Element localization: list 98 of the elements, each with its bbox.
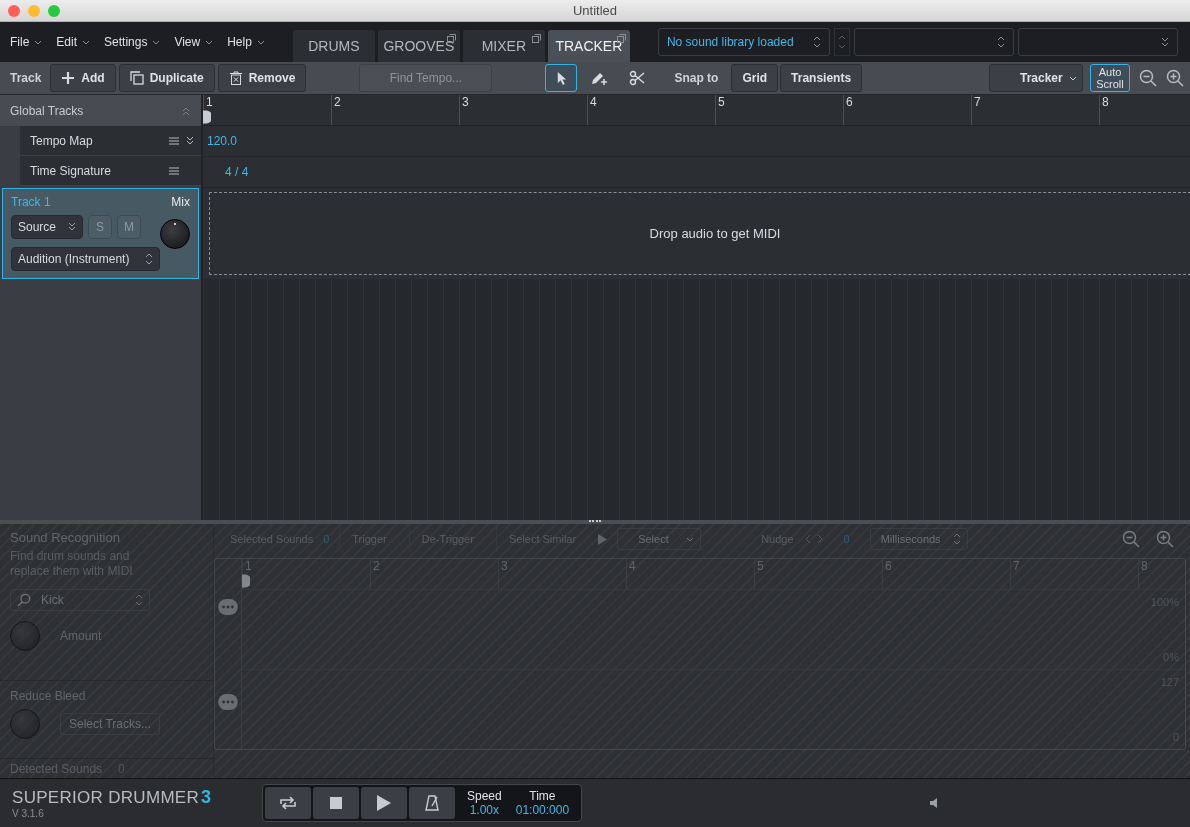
plus-icon bbox=[61, 71, 76, 85]
global-tracks-title: Global Tracks bbox=[10, 103, 84, 118]
caret-icon bbox=[256, 39, 265, 45]
caret-icon bbox=[152, 39, 161, 45]
caret-icon bbox=[1068, 75, 1077, 81]
speaker-icon[interactable] bbox=[930, 798, 940, 808]
bar-number: 8 bbox=[1101, 95, 1110, 109]
mix-label: Mix bbox=[171, 195, 190, 209]
up-down-icon bbox=[996, 36, 1005, 48]
toolbar-label: Track bbox=[9, 71, 43, 85]
version-label: V 3.1.6 bbox=[12, 808, 45, 819]
playhead-marker[interactable] bbox=[242, 574, 250, 588]
time-label: Time bbox=[529, 789, 556, 803]
trash-icon bbox=[228, 71, 243, 85]
library-dropdown[interactable]: No sound library loaded bbox=[657, 28, 830, 56]
search-icon bbox=[17, 593, 31, 607]
play-button[interactable] bbox=[361, 787, 407, 819]
popout-icon[interactable] bbox=[446, 34, 456, 43]
menu-item[interactable]: Settings bbox=[98, 30, 167, 54]
menu-item[interactable]: File bbox=[4, 30, 49, 54]
mix-knob[interactable] bbox=[160, 219, 190, 249]
caret-icon bbox=[34, 39, 43, 45]
menu-icon[interactable] bbox=[169, 166, 179, 175]
search-value: Kick bbox=[41, 593, 65, 607]
app-brand-number: 3 bbox=[201, 787, 212, 808]
bar-number: 5 bbox=[717, 95, 726, 109]
double-chevron-icon bbox=[68, 221, 76, 233]
zoom-out-icon[interactable] bbox=[1139, 69, 1157, 87]
expand-icon[interactable] bbox=[185, 135, 195, 146]
duplicate-icon bbox=[129, 71, 144, 85]
close-window-button[interactable] bbox=[8, 5, 20, 17]
pointer-tool-button[interactable] bbox=[545, 64, 578, 92]
menu-item[interactable]: Edit bbox=[50, 30, 97, 54]
more-options-icon[interactable] bbox=[218, 693, 238, 710]
play-icon bbox=[377, 795, 391, 811]
time-value[interactable]: 01:00:000 bbox=[515, 803, 570, 817]
global-track-row[interactable]: Time Signature bbox=[20, 156, 201, 186]
snap-button[interactable]: Grid bbox=[731, 64, 779, 92]
tab[interactable]: DRUMS bbox=[292, 30, 375, 62]
loop-button[interactable] bbox=[265, 787, 311, 819]
stop-button[interactable] bbox=[313, 787, 359, 819]
bar-number: 3 bbox=[461, 95, 470, 109]
bar-number: 1 bbox=[205, 95, 214, 109]
global-tracks-header[interactable]: Global Tracks bbox=[0, 95, 201, 126]
global-track-name: Time Signature bbox=[30, 163, 112, 178]
up-down-icon bbox=[952, 533, 961, 545]
double-chevron-icon bbox=[1160, 36, 1169, 48]
playhead-marker[interactable] bbox=[203, 110, 211, 124]
speed-value[interactable]: 1.00x bbox=[469, 803, 500, 817]
source-dropdown[interactable]: Source bbox=[11, 215, 83, 239]
metronome-icon bbox=[425, 795, 439, 811]
menu-item[interactable]: View bbox=[168, 30, 220, 54]
up-down-icon bbox=[812, 36, 821, 48]
menu-icon[interactable] bbox=[169, 136, 179, 145]
up-down-icon bbox=[135, 594, 143, 606]
snap-label: Snap to bbox=[673, 71, 720, 85]
tab[interactable]: MIXER bbox=[462, 30, 545, 62]
global-track-name: Tempo Map bbox=[30, 133, 94, 148]
up-down-icon bbox=[145, 253, 153, 265]
drop-zone[interactable]: Drop audio to get MIDI bbox=[209, 192, 1190, 275]
bar-number: 4 bbox=[589, 95, 598, 109]
popout-icon[interactable] bbox=[531, 34, 541, 43]
remove-button[interactable]: Remove bbox=[217, 64, 307, 92]
pen-plus-icon bbox=[590, 70, 609, 86]
zoom-window-button[interactable] bbox=[48, 5, 60, 17]
auto-scroll-toggle[interactable]: Auto Scroll bbox=[1090, 64, 1130, 92]
instrument-dropdown[interactable]: Audition (Instrument) bbox=[11, 247, 160, 271]
stop-icon bbox=[330, 797, 342, 809]
more-options-icon[interactable] bbox=[218, 598, 238, 615]
global-track-row[interactable]: Tempo Map bbox=[20, 126, 201, 156]
collapse-icon[interactable] bbox=[181, 105, 191, 116]
tab[interactable]: GROOVES bbox=[377, 30, 460, 62]
loop-icon bbox=[278, 795, 298, 811]
popout-icon[interactable] bbox=[616, 34, 626, 43]
snap-button[interactable]: Transients bbox=[780, 64, 863, 92]
window-title: Untitled bbox=[572, 3, 618, 18]
metronome-button[interactable] bbox=[409, 787, 455, 819]
global-track-value[interactable]: 120.0 bbox=[203, 134, 238, 148]
caret-icon bbox=[82, 39, 91, 45]
bar-number: 7 bbox=[973, 95, 982, 109]
global-track-value[interactable]: 4 / 4 bbox=[225, 165, 249, 179]
drop-zone-text: Drop audio to get MIDI bbox=[649, 226, 781, 241]
bar-number: 6 bbox=[845, 95, 854, 109]
duplicate-button[interactable]: Duplicate bbox=[118, 64, 215, 92]
menu-item[interactable]: Help bbox=[221, 30, 271, 54]
view-dropdown[interactable]: Tracker bbox=[989, 64, 1083, 92]
track-name: Track 1 bbox=[11, 195, 51, 209]
app-brand: SUPERIOR DRUMMER bbox=[12, 788, 200, 808]
caret-icon bbox=[686, 536, 695, 542]
track-header[interactable]: Track 1 Mix Source S M Audition (Instrument) bbox=[2, 188, 199, 279]
add-button[interactable]: Add bbox=[50, 64, 116, 92]
tab[interactable]: TRACKER bbox=[547, 30, 630, 62]
bar-number: 2 bbox=[333, 95, 342, 109]
scissors-icon bbox=[629, 70, 646, 86]
caret-icon bbox=[205, 39, 214, 45]
zoom-in-icon[interactable] bbox=[1166, 69, 1184, 87]
stepper[interactable] bbox=[833, 28, 850, 56]
speed-label: Speed bbox=[467, 789, 502, 803]
